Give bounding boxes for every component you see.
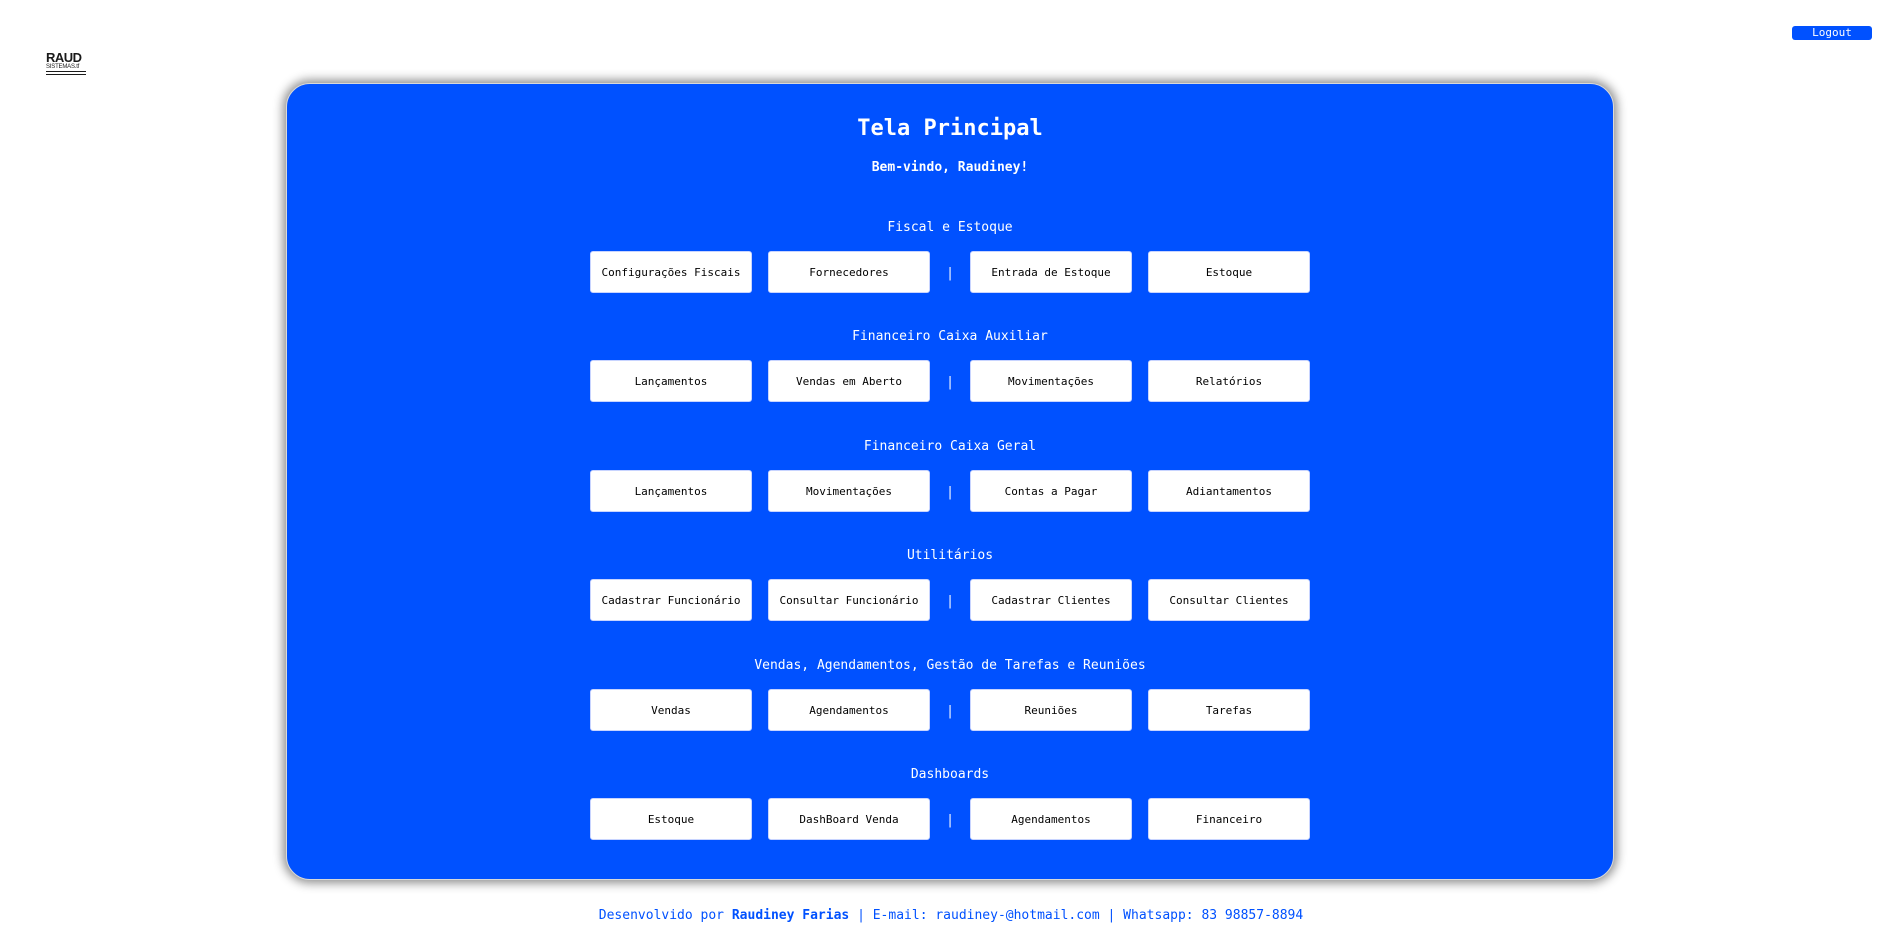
button-row: Cadastrar Funcionário Consultar Funcioná… <box>590 579 1310 621</box>
section-financeiro-caixa-auxiliar: Financeiro Caixa Auxiliar Lançamentos Ve… <box>287 328 1613 402</box>
logo-main-text: RAUD <box>46 50 82 65</box>
vendas-em-aberto-button[interactable]: Vendas em Aberto <box>768 360 930 402</box>
cadastrar-clientes-button[interactable]: Cadastrar Clientes <box>970 579 1132 621</box>
cadastrar-funcionario-button[interactable]: Cadastrar Funcionário <box>590 579 752 621</box>
section-dashboards: Dashboards Estoque DashBoard Venda | Age… <box>287 766 1613 840</box>
configuracoes-fiscais-button[interactable]: Configurações Fiscais <box>590 251 752 293</box>
button-row: Vendas Agendamentos | Reuniões Tarefas <box>590 689 1310 731</box>
button-row: Configurações Fiscais Fornecedores | Ent… <box>590 251 1310 293</box>
estoque-button[interactable]: Estoque <box>1148 251 1310 293</box>
movimentacoes-auxiliar-button[interactable]: Movimentações <box>970 360 1132 402</box>
contas-a-pagar-button[interactable]: Contas a Pagar <box>970 470 1132 512</box>
footer-prefix: Desenvolvido por <box>598 908 732 923</box>
button-row: Lançamentos Vendas em Aberto | Movimenta… <box>590 360 1310 402</box>
footer-author: Raudiney Farias <box>731 908 850 923</box>
footer: Desenvolvido por Raudiney Farias | E-mai… <box>0 907 1902 925</box>
app-logo: RAUD SISTEMAS.tf <box>46 50 86 80</box>
button-row: Lançamentos Movimentações | Contas a Pag… <box>590 470 1310 512</box>
entrada-de-estoque-button[interactable]: Entrada de Estoque <box>970 251 1132 293</box>
separator: | <box>946 485 954 500</box>
dashboard-financeiro-button[interactable]: Financeiro <box>1148 798 1310 840</box>
logo-underline <box>46 74 86 75</box>
section-title: Vendas, Agendamentos, Gestão de Tarefas … <box>754 658 1146 673</box>
section-title: Utilitários <box>906 548 994 563</box>
vendas-button[interactable]: Vendas <box>590 689 752 731</box>
consultar-funcionario-button[interactable]: Consultar Funcionário <box>768 579 930 621</box>
separator: | <box>946 375 954 390</box>
main-panel: Tela Principal Bem-vindo, Raudiney! Fisc… <box>286 83 1614 880</box>
section-vendas-agendamentos: Vendas, Agendamentos, Gestão de Tarefas … <box>287 657 1613 731</box>
fornecedores-button[interactable]: Fornecedores <box>768 251 930 293</box>
lancamentos-geral-button[interactable]: Lançamentos <box>590 470 752 512</box>
logout-button[interactable]: Logout <box>1792 26 1872 40</box>
separator: | <box>946 813 954 828</box>
dashboard-agendamentos-button[interactable]: Agendamentos <box>970 798 1132 840</box>
separator: | <box>946 266 954 281</box>
lancamentos-auxiliar-button[interactable]: Lançamentos <box>590 360 752 402</box>
dashboard-estoque-button[interactable]: Estoque <box>590 798 752 840</box>
section-fiscal-estoque: Fiscal e Estoque Configurações Fiscais F… <box>287 219 1613 293</box>
button-row: Estoque DashBoard Venda | Agendamentos F… <box>590 798 1310 840</box>
agendamentos-button[interactable]: Agendamentos <box>768 689 930 731</box>
footer-contact: | E-mail: raudiney-@hotmail.com | Whatsa… <box>849 908 1304 923</box>
reunioes-button[interactable]: Reuniões <box>970 689 1132 731</box>
page-title: Tela Principal <box>857 116 1043 141</box>
section-utilitarios: Utilitários Cadastrar Funcionário Consul… <box>287 547 1613 621</box>
relatorios-button[interactable]: Relatórios <box>1148 360 1310 402</box>
tarefas-button[interactable]: Tarefas <box>1148 689 1310 731</box>
dashboard-venda-button[interactable]: DashBoard Venda <box>768 798 930 840</box>
section-title: Fiscal e Estoque <box>887 220 1013 235</box>
section-financeiro-caixa-geral: Financeiro Caixa Geral Lançamentos Movim… <box>287 438 1613 512</box>
section-title: Dashboards <box>910 767 990 782</box>
section-title: Financeiro Caixa Geral <box>863 439 1037 454</box>
movimentacoes-geral-button[interactable]: Movimentações <box>768 470 930 512</box>
welcome-message: Bem-vindo, Raudiney! <box>871 160 1029 175</box>
logo-sub-text: SISTEMAS.tf <box>46 64 86 72</box>
separator: | <box>946 594 954 609</box>
adiantamentos-button[interactable]: Adiantamentos <box>1148 470 1310 512</box>
separator: | <box>946 704 954 719</box>
section-title: Financeiro Caixa Auxiliar <box>852 329 1048 344</box>
consultar-clientes-button[interactable]: Consultar Clientes <box>1148 579 1310 621</box>
